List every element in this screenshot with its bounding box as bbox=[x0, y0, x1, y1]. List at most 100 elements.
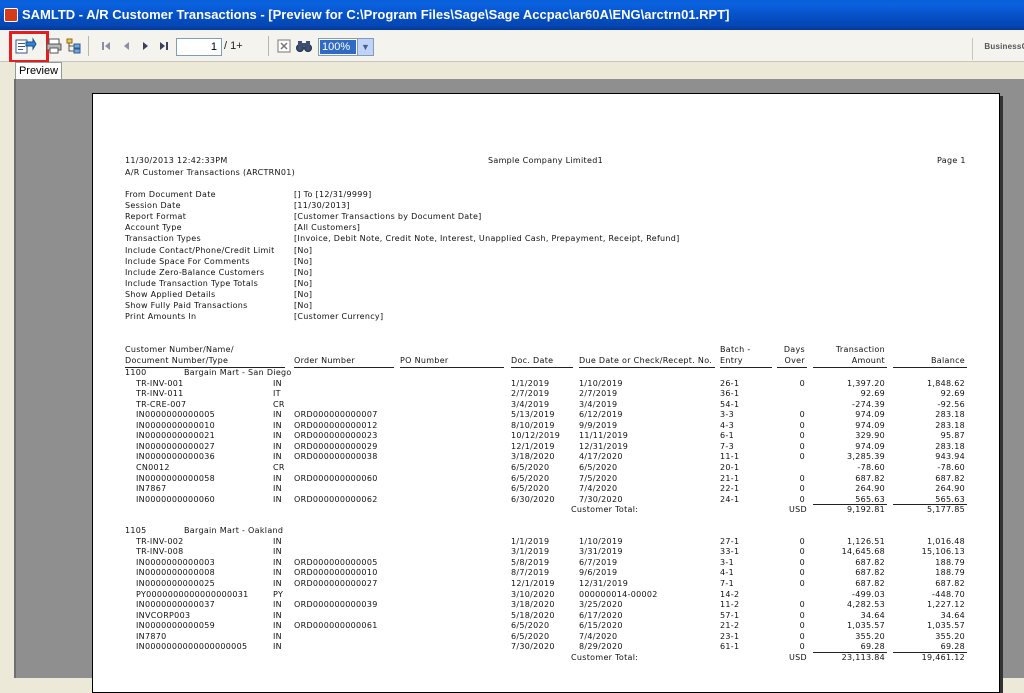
batch-entry: 57-1 bbox=[720, 610, 740, 620]
days-over: 0 bbox=[799, 441, 805, 451]
balance: -448.70 bbox=[932, 589, 965, 599]
batch-entry: 26-1 bbox=[720, 378, 740, 388]
customer-total-label: Customer Total: bbox=[571, 505, 639, 515]
page-number-input[interactable]: 1 bbox=[176, 38, 222, 56]
transaction-amount: 14,645.68 bbox=[841, 547, 885, 557]
search-binoculars-icon[interactable] bbox=[294, 36, 314, 56]
customer-total-currency: USD bbox=[789, 505, 807, 515]
next-page-icon[interactable] bbox=[136, 36, 156, 56]
due-date: 1/10/2019 bbox=[579, 378, 623, 388]
due-date: 8/29/2020 bbox=[579, 642, 623, 652]
customer-total-label: Customer Total: bbox=[571, 652, 639, 662]
document-number: IN0000000000005 bbox=[136, 410, 216, 420]
transaction-amount: 329.90 bbox=[855, 431, 885, 441]
days-over: 0 bbox=[799, 420, 805, 430]
document-date: 6/5/2020 bbox=[511, 462, 550, 472]
due-date: 6/7/2019 bbox=[579, 557, 618, 567]
balance: 95.87 bbox=[940, 431, 965, 441]
balance: 943.94 bbox=[935, 452, 965, 462]
zoom-select[interactable]: 100% ▼ bbox=[318, 38, 374, 56]
header-underline bbox=[777, 367, 807, 368]
report-page-number: Page 1 bbox=[937, 156, 966, 165]
order-number: ORD000000000038 bbox=[294, 452, 378, 462]
transaction-amount: -274.39 bbox=[852, 399, 885, 409]
due-date: 6/15/2020 bbox=[579, 621, 623, 631]
document-type: IN bbox=[273, 557, 282, 567]
balance: 1,848.62 bbox=[926, 378, 965, 388]
criteria-label: Show Fully Paid Transactions bbox=[125, 301, 248, 310]
col-header-customer: Customer Number/Name/ bbox=[125, 345, 234, 354]
balance: -78.60 bbox=[937, 462, 965, 472]
due-date: 000000014-00002 bbox=[579, 589, 658, 599]
chevron-down-icon[interactable]: ▼ bbox=[357, 39, 373, 55]
report-company: Sample Company Limited1 bbox=[488, 156, 603, 165]
batch-entry: 6-1 bbox=[720, 431, 734, 441]
criteria-label: From Document Date bbox=[125, 190, 216, 199]
days-over: 0 bbox=[799, 642, 805, 652]
document-number: TR-INV-002 bbox=[136, 536, 184, 546]
report-datetime: 11/30/2013 12:42:33PM bbox=[125, 156, 228, 165]
criteria-value: [No] bbox=[294, 245, 313, 255]
col-header-batch: Batch - bbox=[720, 345, 751, 354]
order-number: ORD000000000060 bbox=[294, 473, 378, 483]
document-type: IN bbox=[273, 452, 282, 462]
document-date: 6/5/2020 bbox=[511, 484, 550, 494]
document-type: IN bbox=[273, 610, 282, 620]
due-date: 6/17/2020 bbox=[579, 610, 623, 620]
document-type: IN bbox=[273, 579, 282, 588]
days-over: 0 bbox=[799, 452, 805, 462]
order-number: ORD000000000007 bbox=[294, 410, 378, 420]
page-total-label: / 1+ bbox=[224, 40, 243, 52]
tab-preview[interactable]: Preview bbox=[15, 62, 62, 80]
balance: 283.18 bbox=[935, 441, 965, 451]
batch-entry: 27-1 bbox=[720, 536, 740, 546]
due-date: 1/10/2019 bbox=[579, 536, 623, 546]
window-title-bar: SAMLTD - A/R Customer Transactions - [Pr… bbox=[0, 0, 1024, 30]
document-number: IN0000000000021 bbox=[136, 431, 216, 441]
batch-entry: 21-2 bbox=[720, 621, 740, 631]
document-date: 3/18/2020 bbox=[511, 600, 555, 610]
stop-icon[interactable] bbox=[274, 36, 294, 56]
app-icon bbox=[4, 8, 18, 22]
col-header-due: Due Date or Check/Recept. No. bbox=[579, 356, 713, 365]
document-number: IN0000000000036 bbox=[136, 452, 216, 462]
criteria-value: [11/30/2013] bbox=[294, 201, 350, 211]
transaction-amount: 1,035.57 bbox=[846, 621, 885, 631]
transaction-amount: 974.09 bbox=[855, 410, 885, 420]
balance: 283.18 bbox=[935, 410, 965, 420]
document-date: 10/12/2019 bbox=[511, 431, 561, 441]
group-tree-icon[interactable] bbox=[64, 36, 84, 56]
print-icon[interactable] bbox=[44, 36, 64, 56]
batch-entry: 54-1 bbox=[720, 399, 740, 409]
transaction-amount: 687.82 bbox=[855, 568, 885, 578]
document-number: IN0000000000010 bbox=[136, 420, 216, 430]
first-page-icon[interactable] bbox=[96, 36, 116, 56]
zoom-value: 100% bbox=[320, 40, 356, 54]
days-over: 0 bbox=[799, 600, 805, 610]
customer-total-currency: USD bbox=[789, 652, 807, 662]
previous-page-icon[interactable] bbox=[116, 36, 136, 56]
batch-entry: 14-2 bbox=[720, 589, 740, 599]
document-date: 2/7/2019 bbox=[511, 389, 550, 399]
criteria-value: [] To [12/31/9999] bbox=[294, 190, 372, 199]
document-type: IN bbox=[273, 420, 282, 430]
batch-entry: 24-1 bbox=[720, 494, 740, 504]
days-over: 0 bbox=[799, 484, 805, 494]
document-date: 7/30/2020 bbox=[511, 642, 555, 652]
document-number: IN0000000000058 bbox=[136, 473, 216, 483]
customer-name: Bargain Mart - San Diego bbox=[184, 368, 292, 377]
transaction-amount: 687.82 bbox=[855, 579, 885, 588]
col-header-over: Over bbox=[784, 356, 805, 365]
order-number: ORD000000000005 bbox=[294, 557, 378, 567]
document-type: CR bbox=[273, 399, 285, 409]
transaction-amount: 1,397.20 bbox=[846, 378, 885, 388]
batch-entry: 33-1 bbox=[720, 547, 740, 557]
document-type: IN bbox=[273, 631, 282, 641]
due-date: 3/4/2019 bbox=[579, 399, 618, 409]
preview-toolbar: 1 / 1+ 100% ▼ BusinessO bbox=[0, 30, 1024, 63]
col-header-document: Document Number/Type bbox=[125, 356, 229, 365]
order-number: ORD000000000029 bbox=[294, 441, 378, 451]
document-date: 5/13/2019 bbox=[511, 410, 555, 420]
customer-number: 1105 bbox=[125, 526, 147, 536]
last-page-icon[interactable] bbox=[154, 36, 174, 56]
